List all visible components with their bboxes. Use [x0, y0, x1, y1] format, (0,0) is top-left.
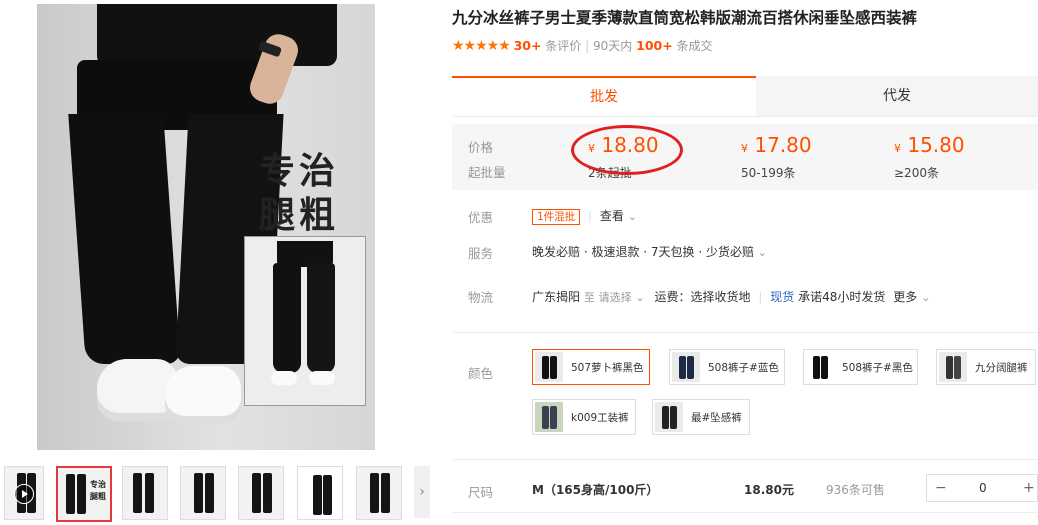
color-swatch	[939, 352, 967, 382]
price-highlight-circle	[571, 125, 683, 175]
purchase-mode-tabs: 批发 代发	[452, 76, 1038, 117]
color-option[interactable]: 九分阔腿裤	[936, 349, 1036, 385]
color-option[interactable]: k009工装裤	[532, 399, 636, 435]
chevron-down-icon[interactable]: ⌄	[636, 291, 645, 304]
color-swatch	[535, 402, 563, 432]
chevron-down-icon[interactable]: ⌄	[921, 291, 930, 304]
tab-wholesale[interactable]: 批发	[452, 76, 756, 117]
thumb-text-1: 专治	[90, 480, 106, 489]
size-stock: 936条可售	[826, 483, 885, 497]
thumb-2[interactable]: 专治 腿粗	[56, 466, 112, 522]
star-rating-icon: ★★★★★	[452, 38, 511, 54]
moq-label: 起批量	[468, 165, 506, 180]
thumb-4[interactable]	[180, 466, 226, 520]
promo-view-link[interactable]: 查看	[600, 209, 624, 223]
review-count[interactable]: 30+	[514, 38, 542, 53]
main-image-text-2: 腿粗	[259, 194, 340, 236]
tab-dropship[interactable]: 代发	[756, 76, 1038, 116]
pants-left-leg	[68, 114, 181, 364]
size-label: 尺码	[468, 485, 494, 500]
sold-count: 100+	[636, 38, 673, 53]
service-label: 服务	[468, 246, 494, 261]
chevron-down-icon: ⌄	[757, 246, 768, 259]
logistics-label: 物流	[468, 290, 494, 305]
thumb-next-arrow-icon[interactable]: ›	[414, 466, 430, 518]
logistics-row: 广东揭阳 至 请选择 ⌄ 运费：选择收货地 | 现货 承诺48小时发货 更多 ⌄	[532, 290, 931, 304]
inset-photo	[244, 236, 366, 406]
size-name: M（165身高/100斤）	[532, 483, 659, 497]
sold-period: 90天内	[593, 39, 633, 53]
stock-status: 现货	[770, 290, 795, 304]
color-option[interactable]: 508裤子#黑色	[803, 349, 918, 385]
to-label: 至	[583, 291, 595, 304]
thumb-6[interactable]	[297, 466, 343, 520]
color-option[interactable]: 最#坠感裤	[652, 399, 750, 435]
divider	[452, 459, 1038, 460]
tier-2-price: ¥ 17.80	[741, 133, 812, 157]
review-label: 条评价	[545, 39, 582, 53]
plus-button[interactable]: +	[1023, 480, 1035, 496]
promo-tag: 1件混批	[532, 209, 581, 225]
color-swatch	[806, 352, 834, 382]
thumb-3[interactable]	[122, 466, 168, 520]
promo-label: 优惠	[468, 210, 494, 225]
play-icon	[14, 484, 34, 504]
ship-promise: 承诺48小时发货	[798, 290, 886, 304]
color-swatch	[672, 352, 700, 382]
quantity-stepper[interactable]: − 0 +	[926, 474, 1038, 502]
main-product-image[interactable]: 专治 腿粗	[37, 4, 375, 450]
chevron-down-icon: ⌄	[627, 210, 637, 223]
tier-3-qty: ≥200条	[894, 166, 939, 180]
thumb-5[interactable]	[238, 466, 284, 520]
price-tier-box: 价格 起批量 ¥ 18.80 2条起批 ¥ 17.80 50-199条 ¥ 15…	[452, 124, 1038, 190]
color-swatch	[655, 402, 683, 432]
color-label: 颜色	[468, 366, 494, 381]
thumb-7[interactable]	[356, 466, 402, 520]
origin-city: 广东揭阳	[532, 290, 581, 304]
divider	[452, 332, 1038, 333]
tier-3-price: ¥ 15.80	[894, 133, 965, 157]
quantity-input[interactable]: 0	[979, 481, 987, 495]
price-label: 价格	[468, 140, 494, 155]
shoe-right	[165, 366, 241, 424]
minus-button[interactable]: −	[935, 480, 947, 496]
color-option[interactable]: 508裤子#蓝色	[669, 349, 785, 385]
shipping-fee: 运费：选择收货地	[654, 290, 751, 304]
thumb-text-2: 腿粗	[90, 492, 106, 501]
sold-label: 条成交	[676, 39, 713, 53]
tier-2-qty: 50-199条	[741, 166, 796, 180]
divider	[452, 512, 1038, 513]
service-row[interactable]: 晚发必赔 · 极速退款 · 7天包换 · 少货必赔 ⌄	[532, 243, 767, 260]
size-price: 18.80元	[744, 483, 794, 497]
logistics-more-link[interactable]: 更多	[893, 290, 917, 304]
thumb-video[interactable]	[4, 466, 44, 520]
service-text: 晚发必赔 · 极速退款 · 7天包换 · 少货必赔	[532, 245, 754, 259]
promo-row: 1件混批 | 查看 ⌄	[532, 207, 637, 225]
color-swatch	[535, 352, 563, 382]
model-shirt	[97, 4, 337, 66]
destination-select[interactable]: 请选择	[599, 291, 632, 304]
product-title: 九分冰丝裤子男士夏季薄款直筒宽松韩版潮流百搭休闲垂坠感西装裤	[452, 9, 918, 27]
color-option[interactable]: 507萝卜裤黑色	[532, 349, 650, 385]
rating-row: ★★★★★ 30+ 条评价 | 90天内 100+ 条成交	[452, 38, 713, 54]
